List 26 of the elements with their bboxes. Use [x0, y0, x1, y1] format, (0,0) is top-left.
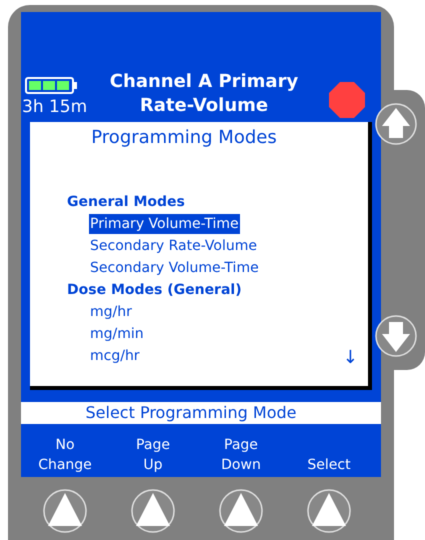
softkey-button[interactable]	[130, 488, 176, 534]
softkey-button[interactable]	[306, 488, 352, 534]
mode-option[interactable]: Primary Volume-Time	[89, 214, 240, 234]
stop-octagon-icon	[329, 82, 365, 118]
mode-option[interactable]: mcg/hr	[89, 346, 141, 366]
softkey-button[interactable]	[218, 488, 264, 534]
mode-option[interactable]: Secondary Rate-Volume	[89, 236, 258, 256]
status-prompt: Select Programming Mode	[21, 402, 381, 424]
battery-icon	[25, 77, 79, 94]
softkey-label: Select	[307, 456, 351, 475]
list-title: Programming Modes	[90, 126, 278, 150]
time-remaining: 3h 15m	[22, 96, 88, 118]
scroll-down-arrow: ↓	[342, 348, 358, 368]
mode-option[interactable]: mg/hr	[89, 302, 133, 322]
softkey-label: No Change	[38, 436, 92, 475]
mode-subtitle: Rate-Volume	[140, 94, 268, 118]
section-heading: General Modes	[67, 193, 185, 212]
channel-title: Channel A Primary	[110, 70, 298, 94]
mode-option[interactable]: mg/min	[89, 324, 145, 344]
down-arrow-button[interactable]	[374, 314, 418, 358]
section-heading: Dose Modes (General)	[67, 281, 242, 300]
up-arrow-button[interactable]	[374, 102, 418, 146]
softkey-label: Page Down	[221, 436, 261, 475]
softkey-button[interactable]	[42, 488, 88, 534]
mode-option[interactable]: Secondary Volume-Time	[89, 258, 260, 278]
softkey-label: Page Up	[136, 436, 170, 475]
